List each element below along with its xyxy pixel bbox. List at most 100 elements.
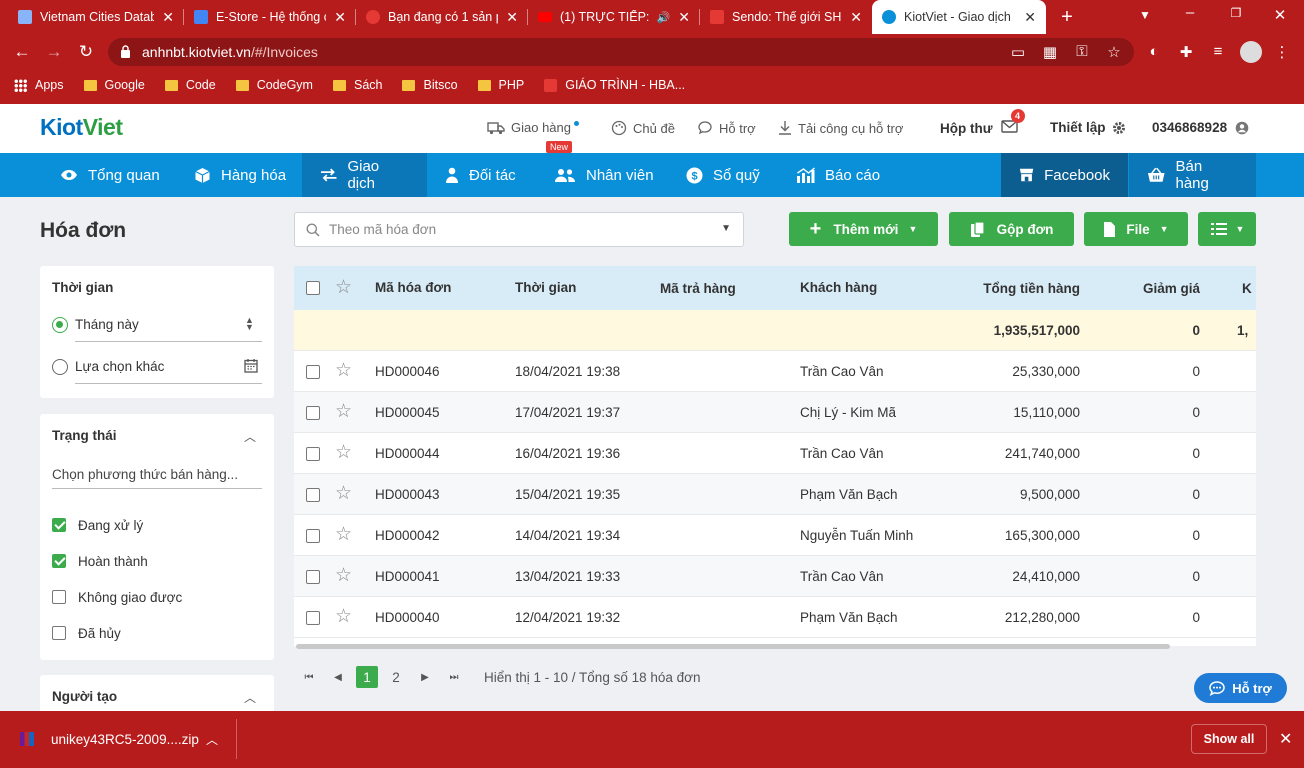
nav-nhan-vien[interactable]: Nhân viên: [536, 153, 672, 197]
download-filename[interactable]: unikey43RC5-2009....zip: [51, 732, 199, 747]
bookmark-apps[interactable]: Apps: [14, 78, 64, 92]
invoice-code[interactable]: HD000046: [375, 364, 440, 379]
chevron-up-icon[interactable]: ︿: [244, 428, 256, 445]
chu-de-link[interactable]: Chủ đề: [611, 120, 675, 136]
invoice-code[interactable]: HD000041: [375, 569, 440, 584]
checkbox-hoan-thanh[interactable]: [52, 554, 66, 568]
chevron-up-icon[interactable]: ︿: [244, 689, 256, 706]
next-page-icon[interactable]: ▶: [414, 666, 436, 688]
puzzle-icon[interactable]: ✚: [1176, 43, 1196, 61]
sort-icon[interactable]: ▲ ▼: [245, 316, 254, 332]
row-checkbox[interactable]: [306, 365, 320, 379]
checkbox-da-huy[interactable]: [52, 626, 66, 640]
thiet-lap-link[interactable]: Thiết lập: [1050, 120, 1132, 135]
show-all-button[interactable]: Show all: [1191, 724, 1267, 754]
star-icon[interactable]: ☆: [335, 276, 352, 299]
table-row[interactable]: ☆ HD000040 12/04/2021 19:32 Phạm Văn Bạch 21…: [294, 597, 1256, 638]
ho-tro-link[interactable]: Hỗ trợ: [697, 120, 756, 136]
star-icon[interactable]: ☆: [335, 564, 352, 587]
invoice-code[interactable]: HD000040: [375, 610, 440, 625]
restore-icon[interactable]: ❐: [1226, 6, 1246, 20]
bookmark-folder[interactable]: Code: [164, 78, 216, 92]
first-page-icon[interactable]: ⏮: [298, 666, 320, 688]
checkbox-dang-xu-ly[interactable]: [52, 518, 66, 532]
close-icon[interactable]: ✕: [162, 9, 174, 26]
star-icon[interactable]: ☆: [335, 359, 352, 382]
nav-facebook[interactable]: Facebook: [1001, 153, 1128, 197]
bookmark-folder[interactable]: Bitsco: [402, 78, 458, 92]
table-row[interactable]: ☆ HD000042 14/04/2021 19:34 Nguyễn Tuấn Min…: [294, 515, 1256, 556]
new-tab-icon[interactable]: +: [1057, 6, 1077, 29]
table-row[interactable]: ☆ HD000044 16/04/2021 19:36 Trần Cao Vân 241…: [294, 433, 1256, 474]
invoice-search-input[interactable]: Theo mã hóa đơn ▼: [294, 212, 744, 247]
row-checkbox[interactable]: [306, 611, 320, 625]
nav-giao-dich[interactable]: Giao dịch: [302, 153, 427, 197]
select-all-checkbox[interactable]: [306, 281, 320, 295]
giao-hang-link[interactable]: Giao hàng: [487, 120, 579, 135]
prev-page-icon[interactable]: ◀: [327, 666, 349, 688]
star-icon[interactable]: ☆: [335, 482, 352, 505]
browser-tab[interactable]: Bạn đang có 1 sản p ✕: [356, 0, 528, 34]
star-icon[interactable]: ☆: [335, 400, 352, 423]
browser-tab[interactable]: Vietnam Cities Datab ✕: [8, 0, 184, 34]
invoice-code[interactable]: HD000045: [375, 405, 440, 420]
reload-icon[interactable]: ↻: [76, 42, 96, 62]
row-checkbox[interactable]: [306, 529, 320, 543]
nav-so-quy[interactable]: $ Sổ quỹ: [668, 153, 778, 197]
bookmark-folder[interactable]: Sách: [332, 78, 382, 92]
table-row[interactable]: ☆ HD000043 15/04/2021 19:35 Phạm Văn Bạch 9,…: [294, 474, 1256, 515]
bookmark-folder[interactable]: PHP: [477, 78, 524, 92]
column-header[interactable]: Mã trả hàng: [660, 281, 736, 296]
bookmark-link[interactable]: GIÁO TRÌNH - HBA...: [544, 78, 685, 92]
close-icon[interactable]: ✕: [506, 9, 518, 26]
close-icon[interactable]: ✕: [850, 9, 862, 26]
chevron-down-icon[interactable]: ▼: [721, 223, 731, 234]
last-page-icon[interactable]: ⏭: [443, 666, 465, 688]
row-checkbox[interactable]: [306, 488, 320, 502]
row-checkbox[interactable]: [306, 570, 320, 584]
merge-orders-button[interactable]: Gộp đơn: [949, 212, 1074, 246]
nav-tong-quan[interactable]: Tổng quan: [42, 153, 178, 197]
close-icon[interactable]: ✕: [1279, 729, 1292, 749]
checkbox-khong-giao-duoc[interactable]: [52, 590, 66, 604]
add-new-button[interactable]: + Thêm mới ▼: [789, 212, 938, 246]
browser-tab[interactable]: (1) TRỰC TIẾP: H 🔊 ✕: [528, 0, 700, 34]
row-checkbox[interactable]: [306, 406, 320, 420]
close-icon[interactable]: ✕: [334, 9, 346, 26]
column-header[interactable]: Khách hàng: [800, 280, 877, 295]
invoice-code[interactable]: HD000043: [375, 487, 440, 502]
bookmark-folder[interactable]: CodeGym: [235, 78, 313, 92]
cast-icon[interactable]: ▭: [1008, 43, 1028, 61]
help-button[interactable]: Hỗ trợ: [1194, 673, 1287, 703]
calendar-icon[interactable]: [244, 358, 258, 373]
bookmark-folder[interactable]: Google: [83, 78, 145, 92]
browser-tab-active[interactable]: KiotViet - Giao dịch ✕: [872, 0, 1046, 34]
table-row[interactable]: ☆ HD000041 13/04/2021 19:33 Trần Cao Vân 24,…: [294, 556, 1256, 597]
nav-hang-hoa[interactable]: Hàng hóa: [176, 153, 304, 197]
tai-cong-cu-link[interactable]: Tải công cụ hỗ trợ: [778, 120, 903, 136]
nav-ban-hang[interactable]: Bán hàng: [1129, 153, 1256, 197]
close-icon[interactable]: ✕: [678, 9, 690, 26]
star-icon[interactable]: ☆: [335, 605, 352, 628]
radio-custom-range[interactable]: [52, 359, 68, 375]
browser-tab[interactable]: Sendo: Thế giới SHC ✕: [700, 0, 872, 34]
page-button[interactable]: 1: [356, 666, 378, 688]
table-row[interactable]: ☆ HD000046 18/04/2021 19:38 Trần Cao Vân 25,…: [294, 351, 1256, 392]
back-icon[interactable]: ←: [12, 42, 32, 62]
column-header[interactable]: Giảm giá: [1143, 281, 1200, 296]
table-row[interactable]: ☆ HD000045 17/04/2021 19:37 Chị Lý - Kim Mã…: [294, 392, 1256, 433]
column-header[interactable]: Thời gian: [515, 280, 576, 295]
column-header[interactable]: Mã hóa đơn: [375, 280, 451, 295]
nav-bao-cao[interactable]: Báo cáo: [778, 153, 898, 197]
column-header[interactable]: K: [1242, 281, 1252, 296]
chevron-up-icon[interactable]: ︿: [206, 731, 218, 748]
tab-search-icon[interactable]: ▼: [1135, 8, 1155, 22]
nav-doi-tac[interactable]: Đối tác: [427, 153, 534, 197]
forward-icon[interactable]: →: [44, 42, 64, 62]
close-icon[interactable]: ✕: [1024, 9, 1036, 26]
bookmark-star-icon[interactable]: ☆: [1104, 43, 1124, 61]
browser-tab[interactable]: E-Store - Hệ thống c ✕: [184, 0, 356, 34]
window-close-icon[interactable]: ✕: [1270, 6, 1290, 24]
file-menu-button[interactable]: File ▼: [1084, 212, 1188, 246]
url-field[interactable]: anhnbt.kiotviet.vn/#/Invoices: [108, 38, 1134, 66]
